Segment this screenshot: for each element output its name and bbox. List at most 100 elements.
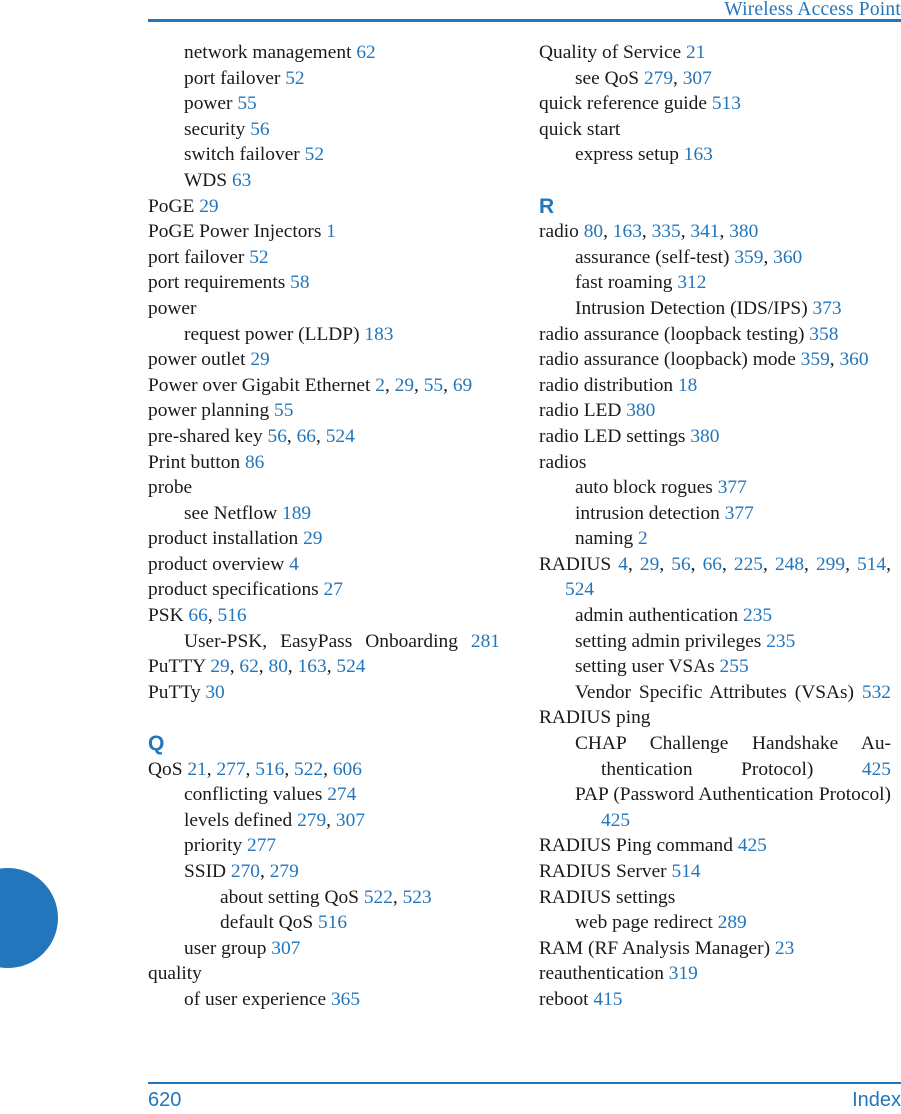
index-page-ref[interactable]: 380 xyxy=(626,400,655,421)
index-page-ref[interactable]: 523 xyxy=(403,887,432,908)
index-page-ref[interactable]: 277 xyxy=(216,759,245,780)
index-page-ref[interactable]: 299 xyxy=(816,554,845,575)
index-page-ref[interactable]: 289 xyxy=(718,912,747,933)
index-page-ref[interactable]: 235 xyxy=(766,631,795,652)
index-page-ref[interactable]: 2 xyxy=(375,375,385,396)
index-page-ref[interactable]: 29 xyxy=(199,196,218,217)
index-page-ref[interactable]: 425 xyxy=(601,810,630,831)
index-page-ref[interactable]: 163 xyxy=(613,221,642,242)
index-page-ref[interactable]: 522 xyxy=(294,759,323,780)
index-page-ref[interactable]: 56 xyxy=(268,426,287,447)
index-page-ref[interactable]: 29 xyxy=(395,375,414,396)
index-page-ref[interactable]: 279 xyxy=(297,810,326,831)
index-page-ref[interactable]: 29 xyxy=(640,554,659,575)
footer-section-label: Index xyxy=(852,1088,901,1111)
index-page-ref[interactable]: 307 xyxy=(683,68,712,89)
index-page-ref[interactable]: 319 xyxy=(669,963,698,984)
index-page-ref[interactable]: 274 xyxy=(327,784,356,805)
index-page-ref[interactable]: 52 xyxy=(249,247,268,268)
index-page-ref[interactable]: 307 xyxy=(271,938,300,959)
index-page-ref[interactable]: 425 xyxy=(862,759,891,780)
index-page-ref[interactable]: 21 xyxy=(187,759,206,780)
index-page-ref[interactable]: 52 xyxy=(305,144,324,165)
index-page-ref[interactable]: 66 xyxy=(297,426,316,447)
index-page-ref[interactable]: 29 xyxy=(303,528,322,549)
index-page-ref[interactable]: 377 xyxy=(725,503,754,524)
index-page-ref[interactable]: 66 xyxy=(703,554,722,575)
index-page-ref[interactable]: 524 xyxy=(565,579,594,600)
index-entry: PAP (Password Authentication Protocol) 4… xyxy=(539,782,891,833)
index-page-ref[interactable]: 1 xyxy=(326,221,336,242)
index-page-ref[interactable]: 524 xyxy=(336,656,365,677)
index-entry-term: PAP (Password Authentication Protocol) xyxy=(575,784,891,806)
index-page-ref[interactable]: 270 xyxy=(231,861,260,882)
index-page-ref[interactable]: 522 xyxy=(364,887,393,908)
index-page-ref[interactable]: 29 xyxy=(210,656,229,677)
index-page-ref[interactable]: 30 xyxy=(205,682,224,703)
index-page-ref[interactable]: 62 xyxy=(239,656,258,677)
index-page-ref[interactable]: 279 xyxy=(270,861,299,882)
index-page-ref[interactable]: 63 xyxy=(232,170,251,191)
index-page-ref[interactable]: 69 xyxy=(453,375,472,396)
index-page-ref[interactable]: 312 xyxy=(677,272,706,293)
index-page-ref[interactable]: 80 xyxy=(584,221,603,242)
index-page-ref[interactable]: 55 xyxy=(237,93,256,114)
index-page-ref[interactable]: 358 xyxy=(809,324,838,345)
index-page-ref[interactable]: 365 xyxy=(331,989,360,1010)
index-page-ref[interactable]: 62 xyxy=(356,42,375,63)
index-page-ref[interactable]: 55 xyxy=(274,400,293,421)
index-page-ref[interactable]: 21 xyxy=(686,42,705,63)
index-page-ref[interactable]: 52 xyxy=(285,68,304,89)
index-page-ref[interactable]: 360 xyxy=(839,349,868,370)
index-page-ref[interactable]: 2 xyxy=(638,528,648,549)
index-page-ref[interactable]: 163 xyxy=(298,656,327,677)
index-page-ref[interactable]: 415 xyxy=(593,989,622,1010)
index-page-ref[interactable]: 29 xyxy=(250,349,269,370)
index-page-ref[interactable]: 532 xyxy=(862,682,891,703)
index-page-ref[interactable]: 606 xyxy=(333,759,362,780)
index-page-ref[interactable]: 27 xyxy=(324,579,343,600)
index-page-ref[interactable]: 359 xyxy=(801,349,830,370)
index-page-ref[interactable]: 4 xyxy=(289,554,299,575)
index-entry: fast roaming 312 xyxy=(539,270,891,296)
index-page-ref[interactable]: 281 xyxy=(471,631,500,652)
index-page-ref[interactable]: 359 xyxy=(734,247,763,268)
index-page-ref[interactable]: 513 xyxy=(712,93,741,114)
index-page-ref[interactable]: 516 xyxy=(218,605,247,626)
index-page-ref[interactable]: 524 xyxy=(326,426,355,447)
index-page-ref[interactable]: 248 xyxy=(775,554,804,575)
index-page-ref[interactable]: 23 xyxy=(775,938,794,959)
index-page-ref[interactable]: 58 xyxy=(290,272,309,293)
index-page-ref[interactable]: 341 xyxy=(690,221,719,242)
index-page-ref[interactable]: 255 xyxy=(720,656,749,677)
index-page-ref[interactable]: 377 xyxy=(718,477,747,498)
index-page-ref[interactable]: 225 xyxy=(734,554,763,575)
index-page-ref[interactable]: 163 xyxy=(684,144,713,165)
index-page-ref[interactable]: 183 xyxy=(364,324,393,345)
index-page-ref[interactable]: 18 xyxy=(678,375,697,396)
index-page-ref[interactable]: 277 xyxy=(247,835,276,856)
index-page-ref[interactable]: 86 xyxy=(245,452,264,473)
index-page-ref[interactable]: 55 xyxy=(424,375,443,396)
index-page-ref[interactable]: 4 xyxy=(618,554,628,575)
index-page-ref[interactable]: 425 xyxy=(738,835,767,856)
index-page-ref[interactable]: 80 xyxy=(269,656,288,677)
index-page-ref[interactable]: 335 xyxy=(652,221,681,242)
index-page-ref[interactable]: 56 xyxy=(250,119,269,140)
index-page-ref[interactable]: 516 xyxy=(318,912,347,933)
index-page-ref[interactable]: 373 xyxy=(813,298,842,319)
index-page-ref[interactable]: 380 xyxy=(690,426,719,447)
index-page-ref[interactable]: 56 xyxy=(671,554,690,575)
index-page-ref[interactable]: 66 xyxy=(188,605,207,626)
index-page-ref[interactable]: 307 xyxy=(336,810,365,831)
index-entry-term: web page redirect xyxy=(575,912,718,934)
index-page-ref[interactable]: 514 xyxy=(672,861,701,882)
index-page-ref[interactable]: 516 xyxy=(255,759,284,780)
index-page-ref[interactable]: 279 xyxy=(644,68,673,89)
index-page-ref[interactable]: 235 xyxy=(743,605,772,626)
index-page-ref[interactable]: 189 xyxy=(282,503,311,524)
index-page-ref[interactable]: 360 xyxy=(773,247,802,268)
index-entry-term: radio distribution xyxy=(539,374,678,396)
index-page-ref[interactable]: 380 xyxy=(729,221,758,242)
index-page-ref[interactable]: 514 xyxy=(857,554,886,575)
